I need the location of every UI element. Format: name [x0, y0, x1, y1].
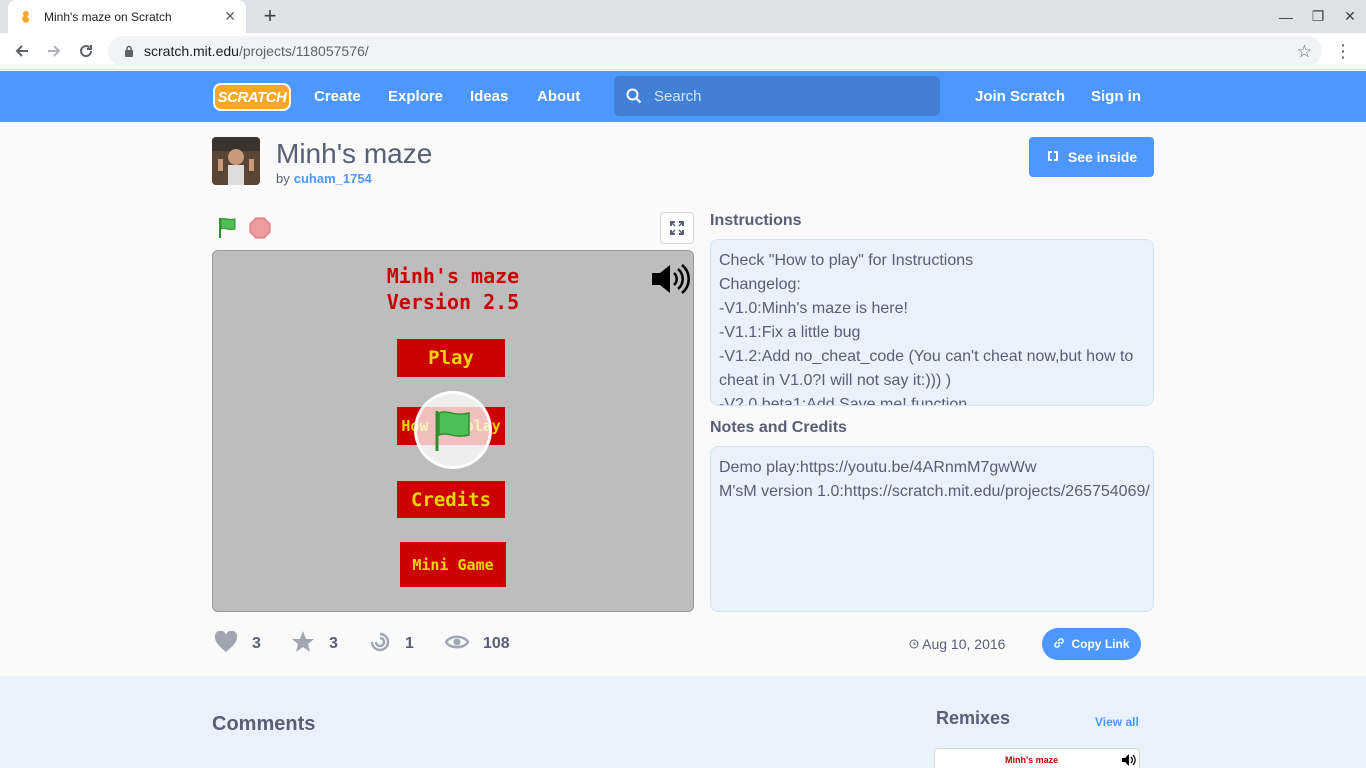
copy-link-button[interactable]: Copy Link	[1042, 628, 1141, 660]
close-window-button[interactable]: ✕	[1334, 0, 1366, 33]
new-tab-button[interactable]: +	[258, 4, 282, 28]
notes-line: M'sM version 1.0:https://scratch.mit.edu…	[719, 483, 1150, 500]
notes-box[interactable]: Demo play:https://youtu.be/4ARnmM7gwWw M…	[710, 446, 1154, 612]
nav-ideas[interactable]: Ideas	[470, 71, 508, 122]
notes-heading: Notes and Credits	[710, 419, 847, 436]
project-stage[interactable]: Minh's maze Version 2.5 Play How to play…	[212, 250, 694, 612]
remix-thumbnail[interactable]: Minh's maze	[934, 748, 1140, 768]
instructions-line: -V2.0 beta1:Add Save me! function	[719, 396, 968, 406]
join-scratch-link[interactable]: Join Scratch	[975, 71, 1065, 122]
instructions-box[interactable]: Check "How to play" for Instructions Cha…	[710, 239, 1154, 406]
browser-tab-bar: Minh's maze on Scratch ✕ + — ❐ ✕	[0, 0, 1366, 33]
star-icon	[291, 630, 315, 659]
stage-play-button[interactable]: Play	[397, 339, 505, 377]
project-byline: by cuham_1754	[276, 171, 372, 186]
remixes-stat: 1	[369, 630, 414, 658]
clock-icon	[909, 636, 922, 652]
remix-icon	[369, 631, 391, 658]
see-inside-button[interactable]: See inside	[1029, 137, 1154, 177]
link-icon	[1053, 637, 1065, 652]
stage-title-line1: Minh's maze	[386, 264, 520, 288]
remix-thumbnail-title: Minh's maze	[1005, 755, 1059, 765]
sign-in-link[interactable]: Sign in	[1091, 71, 1141, 122]
speaker-icon[interactable]	[650, 262, 692, 296]
bottom-section	[0, 676, 1366, 768]
author-link[interactable]: cuham_1754	[294, 171, 372, 186]
reload-button[interactable]	[74, 39, 98, 63]
see-inside-icon	[1046, 149, 1060, 166]
scratch-logo[interactable]: SCRATCH	[213, 83, 291, 111]
scratch-navbar: SCRATCH Create Explore Ideas About Searc…	[0, 71, 1366, 122]
search-placeholder: Search	[654, 87, 702, 105]
browser-tab[interactable]: Minh's maze on Scratch ✕	[8, 0, 246, 33]
share-date: Aug 10, 2016	[909, 636, 1005, 652]
address-bar[interactable]: scratch.mit.edu/projects/118057576/ ☆	[108, 36, 1322, 66]
nav-explore[interactable]: Explore	[388, 71, 443, 122]
loves-stat[interactable]: 3	[214, 630, 261, 658]
browser-toolbar: scratch.mit.edu/projects/118057576/ ☆ ⋮	[0, 33, 1366, 70]
browser-menu-icon[interactable]: ⋮	[1334, 39, 1352, 63]
instructions-heading: Instructions	[710, 212, 802, 229]
instructions-line: Check "How to play" for Instructions	[719, 252, 974, 269]
nav-create[interactable]: Create	[314, 71, 361, 122]
instructions-line: -V1.2:Add no_cheat_code (You can't cheat…	[719, 348, 1134, 389]
view-all-link[interactable]: View all	[1095, 715, 1139, 729]
notes-line: Demo play:https://youtu.be/4ARnmM7gwWw	[719, 459, 1037, 476]
eye-icon	[444, 633, 470, 656]
comments-heading: Comments	[212, 713, 316, 735]
fullscreen-button[interactable]	[660, 212, 694, 244]
instructions-line: Changelog:	[719, 276, 801, 293]
remixes-heading: Remixes	[936, 708, 1011, 728]
stage-title-line2: Version 2.5	[386, 290, 520, 314]
green-flag-icon[interactable]	[216, 216, 240, 240]
heart-icon	[214, 630, 238, 658]
bookmark-star-icon[interactable]: ☆	[1297, 42, 1312, 62]
stage-credits-button[interactable]: Credits	[397, 481, 505, 518]
instructions-line: -V1.1:Fix a little bug	[719, 324, 861, 341]
scratch-favicon-icon	[18, 9, 34, 25]
forward-button[interactable]	[42, 39, 66, 63]
author-avatar[interactable]	[212, 137, 260, 185]
tab-title: Minh's maze on Scratch	[44, 9, 172, 24]
start-flag-overlay-icon[interactable]	[414, 391, 492, 469]
remix-thumb-speaker-icon	[1121, 753, 1137, 768]
stop-sign-icon[interactable]	[249, 217, 271, 239]
views-stat: 108	[444, 630, 510, 658]
project-title: Minh's maze	[276, 138, 433, 169]
stage-mini-game-button[interactable]: Mini Game	[400, 542, 506, 587]
restore-window-button[interactable]: ❐	[1302, 0, 1334, 33]
url-text: scratch.mit.edu/projects/118057576/	[144, 43, 369, 59]
nav-about[interactable]: About	[537, 71, 580, 122]
instructions-line: -V1.0:Minh's maze is here!	[719, 300, 908, 317]
search-icon	[626, 88, 642, 104]
tab-close-icon[interactable]: ✕	[224, 8, 236, 25]
minimize-window-button[interactable]: —	[1270, 0, 1302, 33]
favorites-stat[interactable]: 3	[291, 630, 338, 658]
search-input[interactable]: Search	[614, 76, 940, 116]
lock-icon	[122, 44, 136, 58]
back-button[interactable]	[10, 39, 34, 63]
